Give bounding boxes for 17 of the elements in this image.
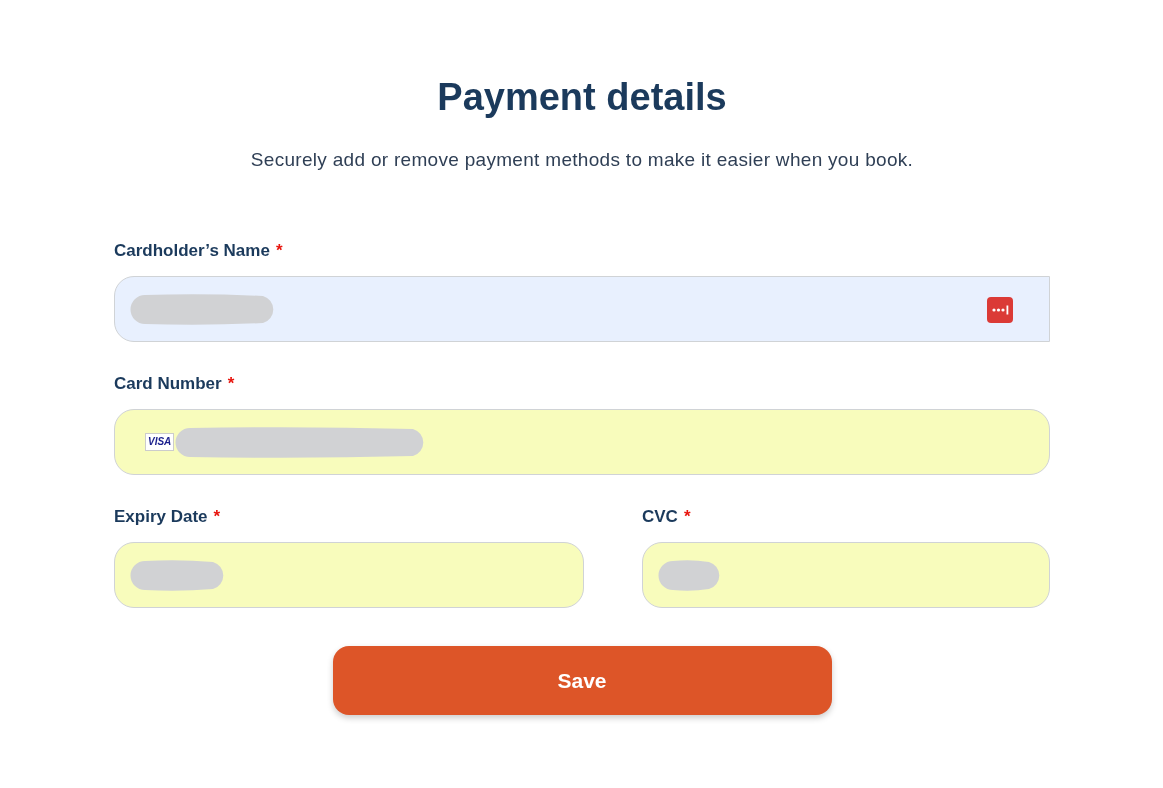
save-button[interactable]: Save — [332, 646, 832, 715]
page-title: Payment details — [436, 75, 728, 120]
required-mark: * — [683, 506, 691, 528]
required-mark: * — [227, 373, 235, 395]
field-label: Cardholder’s Name — [114, 240, 270, 262]
required-mark: * — [275, 240, 283, 262]
card-brand-logo: VISA — [145, 433, 175, 451]
password-manager-icon[interactable] — [987, 297, 1013, 323]
input-field[interactable]: VISA — [114, 409, 1050, 475]
page-subtitle: Securely add or remove payment methods to make it easier when you book. — [249, 148, 915, 172]
field-label: Expiry Date — [114, 506, 208, 528]
input-field[interactable] — [114, 276, 1050, 342]
field-label: CVC — [642, 506, 678, 528]
input-field[interactable] — [642, 542, 1050, 608]
required-mark: * — [213, 506, 221, 528]
field-label: Card Number — [114, 373, 222, 395]
input-field[interactable] — [114, 542, 584, 608]
